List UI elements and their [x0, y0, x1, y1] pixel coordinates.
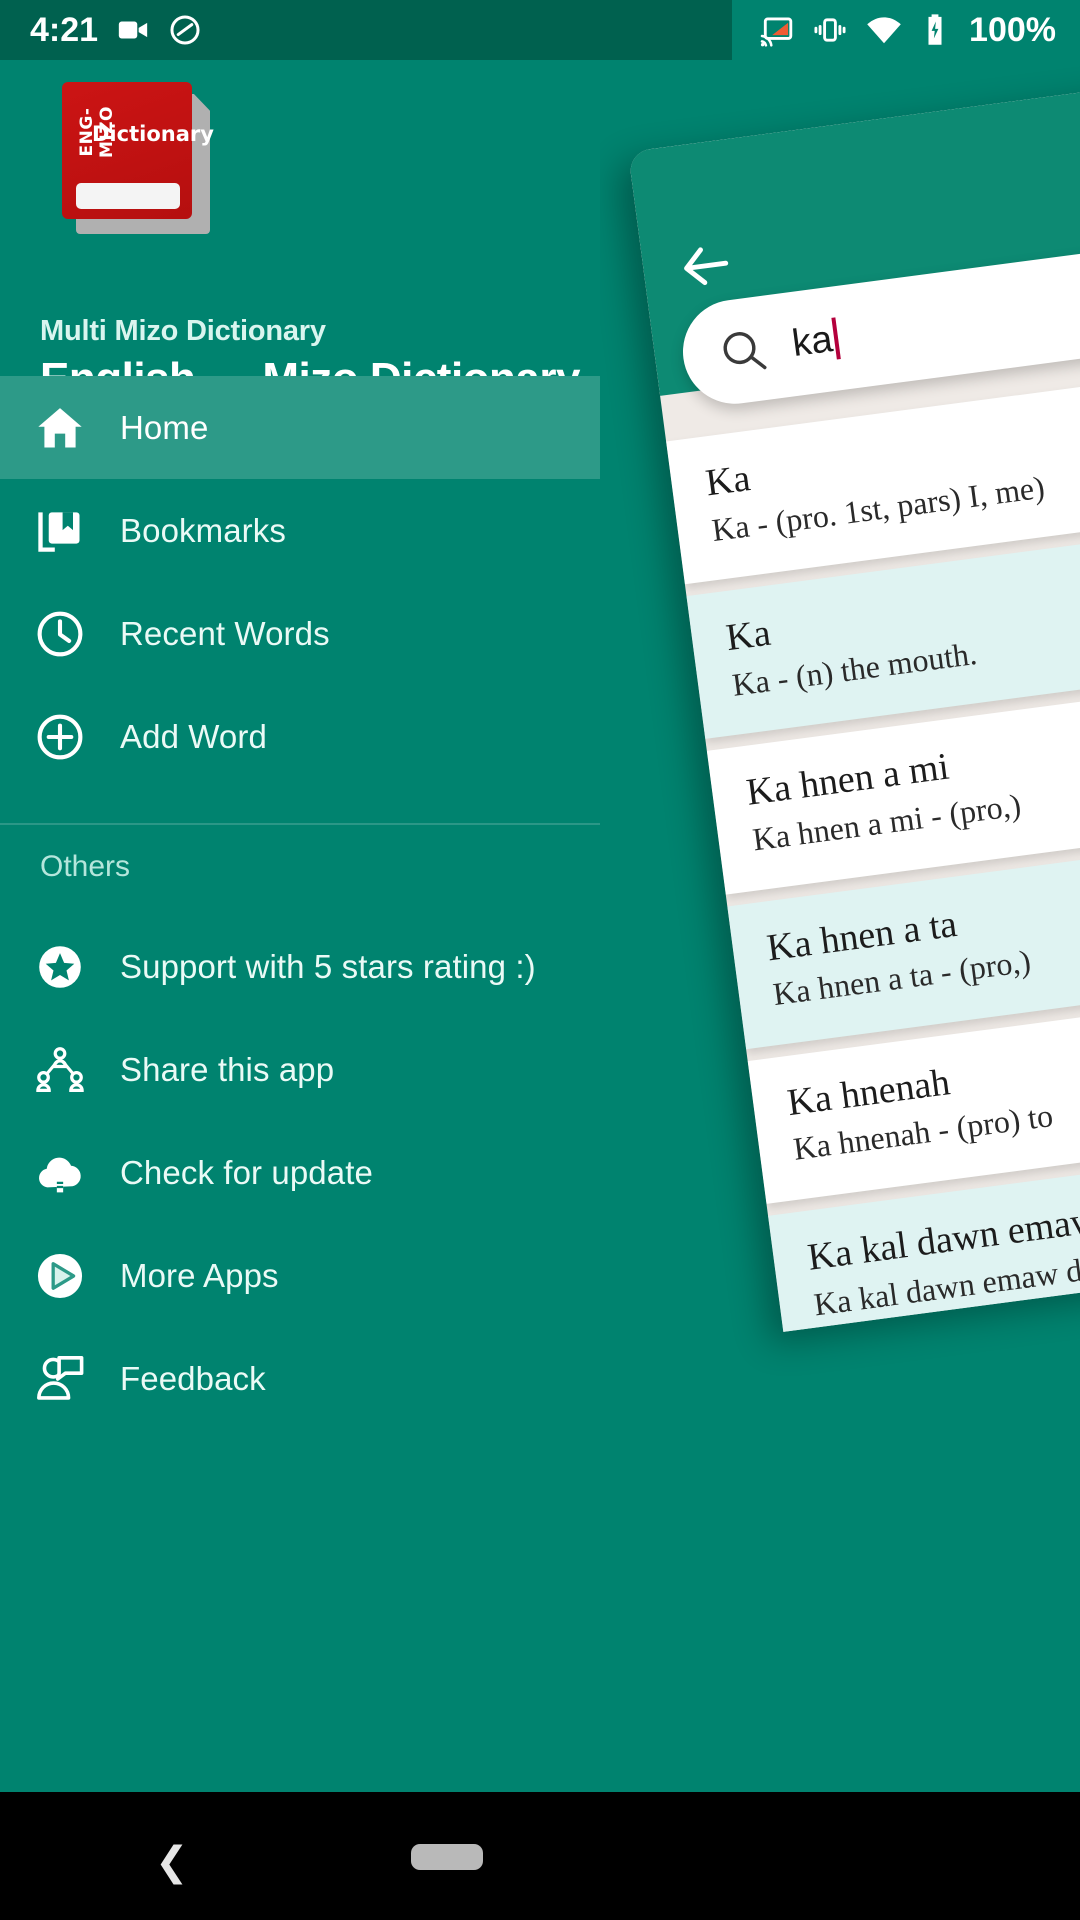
plus-circle-icon: [0, 711, 120, 763]
drawer-section-header: Others: [40, 850, 131, 883]
vibrate-icon: [814, 18, 846, 42]
sidebar-item-label: More Apps: [120, 1256, 279, 1294]
logo-book-cover: ENG-MIZO Dictionary: [62, 82, 214, 219]
logo-pages: [76, 183, 180, 209]
star-circle-icon: [0, 941, 120, 993]
app-preview-card: English ka Ka Ka - (pro. 1st, pars) I, m…: [628, 71, 1080, 1332]
sidebar-item-label: Bookmarks: [120, 511, 286, 549]
phone-screen: 4:21 100% ka Ka Ka - (pro. 1st, pars) I,…: [0, 0, 1080, 1920]
sidebar-item-label: Recent Words: [120, 614, 330, 652]
drawer-other-menu: Support with 5 stars rating :) Share thi…: [0, 915, 600, 1430]
sidebar-item-home[interactable]: Home: [0, 376, 600, 479]
do-not-disturb-icon: [170, 15, 200, 45]
arrow-back-icon[interactable]: [672, 231, 742, 301]
cloud-upload-icon: [0, 1146, 120, 1200]
sidebar-item-label: Share this app: [120, 1050, 335, 1088]
feedback-person-icon: [0, 1352, 120, 1406]
preview-card-surface: English ka Ka Ka - (pro. 1st, pars) I, m…: [628, 71, 1080, 1332]
drawer-divider: [0, 823, 600, 825]
search-input-value: ka: [789, 317, 835, 365]
share-people-icon: [0, 1044, 120, 1096]
sidebar-item-support-rating[interactable]: Support with 5 stars rating :): [0, 915, 600, 1018]
battery-charging-icon: [928, 14, 942, 45]
cast-icon: [760, 17, 793, 47]
sidebar-item-bookmarks[interactable]: Bookmarks: [0, 479, 600, 582]
play-store-icon: [0, 1249, 120, 1303]
bookmark-book-icon: [0, 505, 120, 557]
sidebar-item-check-update[interactable]: Check for update: [0, 1121, 600, 1224]
drawer-primary-menu: Home Bookmarks Recent Words Add Word: [0, 376, 600, 788]
status-bar-right: 100%: [759, 0, 1056, 60]
preview-results-list: Ka Ka - (pro. 1st, pars) I, me) Ka Ka - …: [660, 315, 1080, 1332]
status-bar-left: 4:21: [0, 13, 202, 47]
system-navigation-bar: ❮: [0, 1792, 1080, 1920]
sidebar-item-add-word[interactable]: Add Word: [0, 685, 600, 788]
navigation-drawer: ENG-MIZO Dictionary Multi Mizo Dictionar…: [0, 60, 600, 1792]
sidebar-item-share-app[interactable]: Share this app: [0, 1018, 600, 1121]
clock-icon: [0, 608, 120, 660]
app-logo: ENG-MIZO Dictionary: [62, 82, 214, 234]
video-camera-icon: [118, 21, 148, 39]
status-bar-clock: 4:21: [30, 11, 99, 49]
nav-home-pill[interactable]: [411, 1844, 483, 1870]
app-subtitle: Multi Mizo Dictionary: [40, 315, 326, 347]
battery-percent-label: 100%: [969, 11, 1056, 49]
sidebar-item-feedback[interactable]: Feedback: [0, 1327, 600, 1430]
search-icon: [723, 332, 767, 370]
sidebar-item-recent-words[interactable]: Recent Words: [0, 582, 600, 685]
status-bar: 4:21 100%: [0, 0, 1080, 60]
sidebar-item-label: Add Word: [120, 717, 267, 755]
sidebar-item-label: Check for update: [120, 1153, 373, 1191]
wifi-icon: [867, 17, 901, 44]
sidebar-item-label: Home: [120, 408, 209, 446]
sidebar-item-label: Feedback: [120, 1359, 266, 1397]
logo-word-text: Dictionary: [92, 122, 214, 146]
sidebar-item-label: Support with 5 stars rating :): [120, 947, 536, 985]
sidebar-item-more-apps[interactable]: More Apps: [0, 1224, 600, 1327]
home-icon: [0, 402, 120, 454]
nav-back-icon[interactable]: ❮: [155, 1842, 189, 1882]
